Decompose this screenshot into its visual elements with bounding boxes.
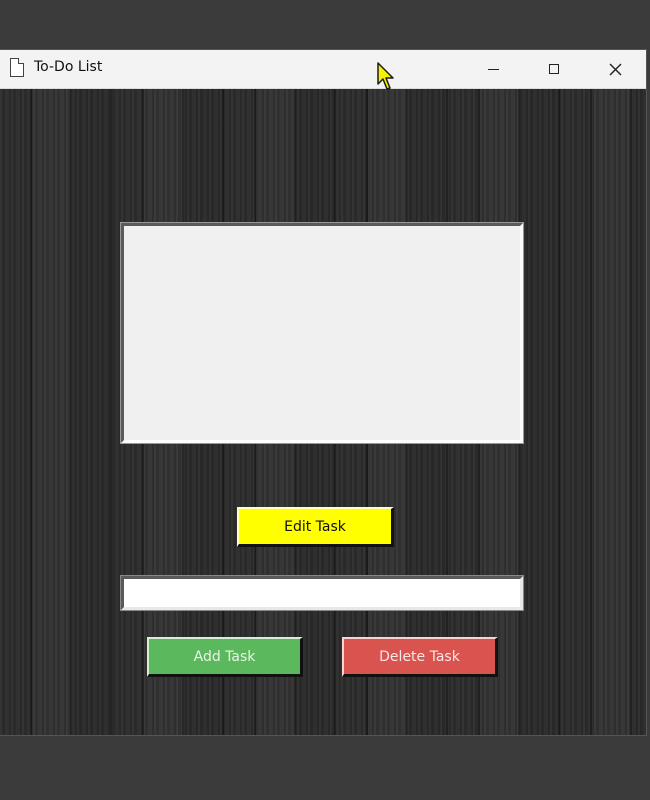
add-task-button[interactable]: Add Task bbox=[147, 637, 303, 677]
task-listbox[interactable] bbox=[120, 222, 524, 444]
task-entry-field[interactable] bbox=[120, 575, 524, 611]
delete-task-label: Delete Task bbox=[379, 648, 460, 665]
maximize-icon bbox=[549, 64, 559, 74]
window-title: To-Do List bbox=[34, 59, 103, 75]
delete-task-button[interactable]: Delete Task bbox=[342, 637, 498, 677]
document-icon bbox=[10, 58, 24, 77]
minimize-button[interactable] bbox=[463, 50, 523, 88]
screen: To-Do List Edit Task Add Task Delete Tas… bbox=[0, 0, 650, 800]
close-button[interactable] bbox=[585, 50, 645, 88]
close-icon bbox=[609, 63, 621, 75]
mouse-cursor-icon bbox=[377, 62, 394, 90]
edit-task-label: Edit Task bbox=[284, 518, 346, 535]
title-bar[interactable]: To-Do List bbox=[0, 50, 646, 89]
wood-background: Edit Task Add Task Delete Task bbox=[0, 89, 646, 735]
edit-task-button[interactable]: Edit Task bbox=[237, 507, 394, 547]
minimize-icon bbox=[487, 68, 499, 70]
add-task-label: Add Task bbox=[193, 648, 256, 665]
maximize-button[interactable] bbox=[524, 50, 584, 88]
app-window: To-Do List Edit Task Add Task Delete Tas… bbox=[0, 50, 646, 735]
